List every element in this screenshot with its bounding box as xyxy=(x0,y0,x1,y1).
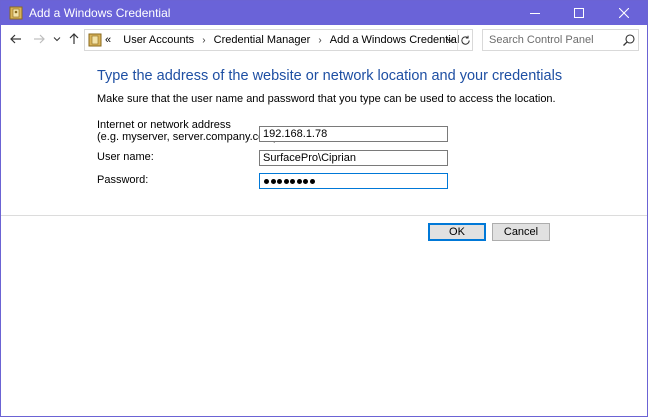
password-mask-dot xyxy=(309,178,315,184)
forward-arrow-icon[interactable] xyxy=(31,31,47,47)
password-label: Password: xyxy=(97,174,149,186)
cancel-button[interactable]: Cancel xyxy=(492,223,550,241)
control-panel-icon xyxy=(88,33,102,47)
breadcrumb-separator[interactable]: › xyxy=(318,35,321,46)
title-bar[interactable]: Add a Windows Credential xyxy=(1,1,647,25)
ok-button[interactable]: OK xyxy=(428,223,486,241)
network-address-field[interactable] xyxy=(259,126,448,142)
username-field[interactable] xyxy=(259,150,448,166)
credential-manager-icon xyxy=(9,6,23,20)
address-label-line2: (e.g. myserver, server.company.com): xyxy=(97,131,281,143)
divider xyxy=(1,215,647,216)
breadcrumb-overflow[interactable]: « xyxy=(105,34,111,46)
breadcrumb-item-user-accounts[interactable]: User Accounts xyxy=(123,34,194,46)
address-bar[interactable]: « User Accounts › Credential Manager › A… xyxy=(84,29,473,51)
window-title: Add a Windows Credential xyxy=(29,6,171,20)
password-mask-dot xyxy=(303,178,308,184)
page-description: Make sure that the user name and passwor… xyxy=(97,93,556,105)
maximize-icon[interactable] xyxy=(557,1,601,25)
breadcrumb-item-add-credential[interactable]: Add a Windows Credential xyxy=(330,34,460,46)
chevron-down-icon[interactable] xyxy=(51,31,63,47)
search-box[interactable] xyxy=(482,29,639,51)
back-arrow-icon[interactable] xyxy=(8,31,24,47)
password-mask-dot xyxy=(296,178,302,184)
search-icon[interactable] xyxy=(622,33,636,47)
close-icon[interactable] xyxy=(602,1,646,25)
password-mask-dot xyxy=(270,178,276,184)
username-label: User name: xyxy=(97,151,154,163)
refresh-icon[interactable] xyxy=(457,30,473,50)
up-arrow-icon[interactable] xyxy=(66,31,82,47)
password-mask-dot xyxy=(283,178,289,184)
password-mask xyxy=(264,174,315,188)
password-mask-dot xyxy=(264,178,269,184)
password-mask-dot xyxy=(290,178,295,184)
minimize-icon[interactable] xyxy=(513,1,557,25)
credential-window: Add a Windows Credential « User Accounts… xyxy=(0,0,648,417)
navigation-bar: « User Accounts › Credential Manager › A… xyxy=(1,25,647,53)
breadcrumb-separator[interactable]: › xyxy=(202,35,205,46)
password-mask-dot xyxy=(277,178,282,184)
breadcrumb: « User Accounts › Credential Manager › A… xyxy=(105,34,459,46)
address-history-chevron-icon[interactable] xyxy=(443,30,457,50)
breadcrumb-item-credential-manager[interactable]: Credential Manager xyxy=(214,34,311,46)
search-input[interactable] xyxy=(489,33,619,47)
password-field[interactable] xyxy=(259,173,448,189)
page-heading: Type the address of the website or netwo… xyxy=(97,68,563,84)
